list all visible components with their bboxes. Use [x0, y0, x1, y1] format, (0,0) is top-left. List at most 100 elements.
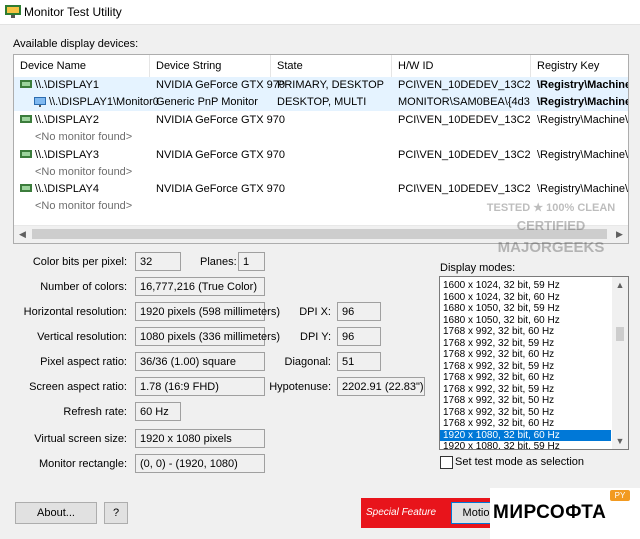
device-hwid: PCI\VEN_10DEDEV_13C2SUB...	[398, 149, 530, 161]
device-row[interactable]: \\.\DISPLAY3 NVIDIA GeForce GTX 970 PCI\…	[14, 147, 629, 164]
mirsofta-badge: PY	[610, 490, 630, 501]
display-mode-item[interactable]: 1680 x 1050, 32 bit, 59 Hz	[440, 303, 611, 315]
dpi-x-value: 96	[337, 302, 381, 321]
display-mode-item[interactable]: 1768 x 992, 32 bit, 59 Hz	[440, 338, 611, 350]
display-adapter-icon	[20, 80, 32, 88]
device-registry: \Registry\Machine\Sy	[537, 183, 629, 195]
hres-label: Horizontal resolution:	[23, 306, 127, 318]
device-row[interactable]: \\.\DISPLAY4 NVIDIA GeForce GTX 970 PCI\…	[14, 181, 629, 198]
display-mode-item[interactable]: 1680 x 1050, 32 bit, 60 Hz	[440, 315, 611, 327]
svg-text:CERTIFIED: CERTIFIED	[517, 218, 586, 233]
display-mode-item[interactable]: 1920 x 1080, 32 bit, 60 Hz	[440, 429, 611, 441]
title-bar: Monitor Test Utility	[0, 0, 640, 25]
device-row[interactable]: \\.\DISPLAY2 NVIDIA GeForce GTX 970 PCI\…	[14, 112, 629, 129]
display-modes-label: Display modes:	[440, 262, 516, 274]
display-mode-item[interactable]: 1768 x 992, 32 bit, 50 Hz	[440, 407, 611, 419]
svg-text:MAJORGEEKS: MAJORGEEKS	[498, 239, 605, 256]
display-mode-item[interactable]: 1768 x 992, 32 bit, 50 Hz	[440, 395, 611, 407]
test-mode-label[interactable]: Set test mode as selection	[455, 456, 584, 468]
display-adapter-icon	[20, 150, 32, 158]
display-mode-item[interactable]: 1768 x 992, 32 bit, 60 Hz	[440, 418, 611, 430]
column-device-string[interactable]: Device String	[150, 55, 271, 77]
device-string: NVIDIA GeForce GTX 970	[156, 183, 285, 195]
no-monitor-text: <No monitor found>	[35, 200, 133, 212]
svg-text:TESTED ★ 100% CLEAN: TESTED ★ 100% CLEAN	[487, 202, 616, 214]
scroll-left-icon[interactable]: ◀	[14, 226, 31, 243]
device-name: \\.\DISPLAY1\Monitor0	[49, 96, 159, 108]
display-adapter-icon	[20, 115, 32, 123]
hypotenuse-value: 2202.91 (22.83")	[337, 377, 425, 396]
color-bits-label: Color bits per pixel:	[32, 256, 127, 268]
device-registry: \Registry\Machine\Sy	[537, 114, 629, 126]
pixel-aspect-label: Pixel aspect ratio:	[40, 356, 127, 368]
monitor-rect-value: (0, 0) - (1920, 1080)	[135, 454, 265, 473]
planes-label: Planes:	[200, 256, 237, 268]
test-mode-checkbox[interactable]	[440, 456, 453, 469]
devices-label: Available display devices:	[13, 38, 139, 50]
virtual-screen-label: Virtual screen size:	[34, 433, 127, 445]
device-string: NVIDIA GeForce GTX 970	[156, 114, 285, 126]
hres-value: 1920 pixels (598 millimeters)	[135, 302, 280, 321]
scroll-thumb[interactable]	[616, 327, 624, 341]
display-mode-item[interactable]: 1768 x 992, 32 bit, 60 Hz	[440, 326, 611, 338]
color-bits-value: 32	[135, 252, 181, 271]
pixel-aspect-value: 36/36 (1.00) square	[135, 352, 265, 371]
column-device-name[interactable]: Device Name	[14, 55, 150, 77]
device-name: \\.\DISPLAY1	[35, 79, 99, 91]
device-name: \\.\DISPLAY4	[35, 183, 99, 195]
device-row[interactable]: \\.\DISPLAY1 NVIDIA GeForce GTX 970 PRIM…	[14, 77, 628, 94]
display-mode-item[interactable]: 1768 x 992, 32 bit, 59 Hz	[440, 361, 611, 373]
column-registry-key[interactable]: Registry Key	[531, 55, 628, 77]
display-modes-vscrollbar[interactable]: ▲ ▼	[612, 277, 628, 449]
about-button[interactable]: About...	[15, 502, 97, 524]
device-state: DESKTOP, MULTI	[277, 96, 367, 108]
mirsofta-text: МИРСОФТА	[493, 502, 607, 523]
vres-label: Vertical resolution:	[37, 331, 127, 343]
monitor-icon	[34, 97, 46, 107]
monitor-app-icon	[5, 5, 21, 18]
device-name: \\.\DISPLAY2	[35, 114, 99, 126]
display-modes-items: 1600 x 1024, 32 bit, 59 Hz 1600 x 1024, 3…	[440, 280, 611, 449]
device-state: PRIMARY, DESKTOP	[277, 79, 384, 91]
display-mode-item[interactable]: 1600 x 1024, 32 bit, 60 Hz	[440, 292, 611, 304]
device-hwid: PCI\VEN_10DEDEV_13C2SUB...	[398, 183, 530, 195]
diagonal-value: 51	[337, 352, 381, 371]
device-string: Generic PnP Monitor	[156, 96, 258, 108]
device-registry: \Registry\Machine\Sy	[537, 149, 629, 161]
display-mode-item[interactable]: 1768 x 992, 32 bit, 59 Hz	[440, 384, 611, 396]
virtual-screen-value: 1920 x 1080 pixels	[135, 429, 265, 448]
display-modes-list[interactable]: 1600 x 1024, 32 bit, 59 Hz 1600 x 1024, 3…	[439, 276, 629, 450]
help-button[interactable]: ?	[104, 502, 128, 524]
display-mode-item[interactable]: 1920 x 1080, 32 bit, 59 Hz	[440, 441, 611, 449]
column-hw-id[interactable]: H/W ID	[392, 55, 531, 77]
dpi-x-label: DPI X:	[299, 306, 331, 318]
device-string: NVIDIA GeForce GTX 970	[156, 149, 285, 161]
device-list-header: Device Name Device String State H/W ID R…	[14, 55, 628, 78]
device-row[interactable]: <No monitor found>	[14, 164, 628, 181]
scroll-down-icon[interactable]: ▼	[612, 433, 628, 449]
diagonal-label: Diagonal:	[284, 356, 331, 368]
hypotenuse-label: Hypotenuse:	[269, 381, 331, 393]
no-monitor-text: <No monitor found>	[35, 131, 133, 143]
display-mode-item[interactable]: 1768 x 992, 32 bit, 60 Hz	[440, 372, 611, 384]
screen-aspect-label: Screen aspect ratio:	[29, 381, 127, 393]
screen-aspect-value: 1.78 (16:9 FHD)	[135, 377, 265, 396]
display-mode-item[interactable]: 1600 x 1024, 32 bit, 59 Hz	[440, 280, 611, 292]
display-adapter-icon	[20, 184, 32, 192]
planes-value: 1	[238, 252, 265, 271]
column-state[interactable]: State	[271, 55, 392, 77]
dpi-y-label: DPI Y:	[300, 331, 331, 343]
device-name: \\.\DISPLAY3	[35, 149, 99, 161]
display-mode-item[interactable]: 1768 x 992, 32 bit, 60 Hz	[440, 349, 611, 361]
no-monitor-text: <No monitor found>	[35, 166, 133, 178]
monitor-rect-label: Monitor rectangle:	[38, 458, 127, 470]
device-row[interactable]: \\.\DISPLAY1\Monitor0 Generic PnP Monito…	[14, 94, 628, 111]
device-row[interactable]: <No monitor found>	[14, 129, 628, 146]
device-string: NVIDIA GeForce GTX 970	[156, 79, 285, 91]
device-hwid: PCI\VEN_10DEDEV_13C2SUB...	[398, 79, 530, 91]
device-hwid: MONITOR\SAM0BEA\{4d36e...	[398, 96, 530, 108]
num-colors-value: 16,777,216 (True Color)	[135, 277, 265, 296]
window-title: Monitor Test Utility	[24, 5, 122, 19]
scroll-up-icon[interactable]: ▲	[612, 277, 628, 293]
device-hwid: PCI\VEN_10DEDEV_13C2SUB...	[398, 114, 530, 126]
